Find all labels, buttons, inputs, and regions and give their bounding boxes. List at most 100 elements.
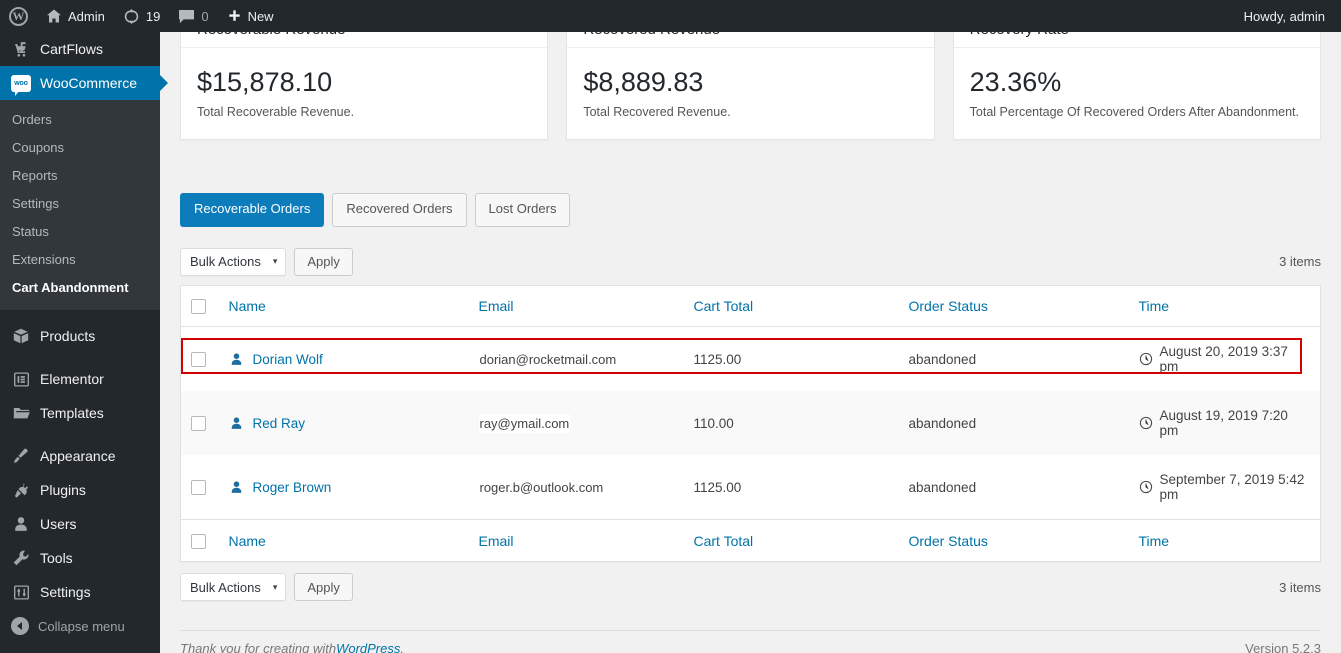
comments-menu-item[interactable]: 0 bbox=[169, 0, 217, 32]
customer-email: dorian@rocketmail.com bbox=[478, 349, 618, 369]
table-row[interactable]: Dorian Wolf dorian@rocketmail.com 1125.0… bbox=[180, 326, 1321, 392]
tab-recoverable-orders[interactable]: Recoverable Orders bbox=[180, 193, 325, 227]
apply-button-top[interactable]: Apply bbox=[294, 247, 353, 276]
sidebar-item-elementor[interactable]: Elementor bbox=[0, 362, 160, 396]
tab-lost-orders[interactable]: Lost Orders bbox=[474, 193, 571, 227]
column-header-name[interactable]: Name bbox=[218, 285, 469, 328]
box-icon bbox=[11, 326, 31, 346]
plus-icon bbox=[227, 9, 242, 24]
sidebar-item-templates[interactable]: Templates bbox=[0, 396, 160, 430]
updates-menu-item[interactable]: 19 bbox=[114, 0, 169, 32]
tab-recovered-orders[interactable]: Recovered Orders bbox=[332, 193, 467, 227]
abandoned-time: August 19, 2019 7:20 pm bbox=[1159, 408, 1288, 439]
sidebar-item-users[interactable]: Users bbox=[0, 507, 160, 541]
stat-card-value: $15,878.10 bbox=[197, 67, 333, 97]
site-name-label: Admin bbox=[68, 8, 105, 24]
sidebar-item-tools[interactable]: Tools bbox=[0, 541, 160, 575]
clock-icon bbox=[1139, 352, 1153, 366]
select-all-checkbox-bottom[interactable] bbox=[191, 534, 206, 550]
collapse-menu-button[interactable]: Collapse menu bbox=[0, 609, 160, 643]
row-cart-total-cell: 1125.00 bbox=[683, 455, 899, 520]
abandoned-time: August 20, 2019 3:37 pm bbox=[1159, 344, 1288, 375]
column-header-cart-total[interactable]: Cart Total bbox=[683, 285, 899, 328]
chevron-down-icon: ▾ bbox=[272, 581, 278, 592]
stat-card-title: Recoverable Revenue bbox=[181, 32, 548, 48]
elementor-icon bbox=[11, 369, 31, 389]
footer-thanks-suffix: . bbox=[400, 641, 404, 653]
sidebar-item-products[interactable]: Products bbox=[0, 319, 160, 353]
stat-card-title: Recovered Revenue bbox=[567, 32, 934, 48]
stat-card-value: $8,889.83 bbox=[583, 67, 704, 97]
updates-count: 19 bbox=[145, 8, 161, 24]
sidebar-subitem-coupons[interactable]: Coupons bbox=[0, 134, 160, 162]
sidebar-item-plugins[interactable]: Plugins bbox=[0, 473, 160, 507]
table-row[interactable]: Roger Brown roger.b@outlook.com 1125.00 … bbox=[180, 455, 1321, 520]
comment-bubble-icon bbox=[178, 9, 195, 24]
wordpress-link[interactable]: WordPress bbox=[336, 641, 400, 653]
stat-card-caption: Total Percentage Of Recovered Orders Aft… bbox=[969, 105, 1300, 120]
table-row[interactable]: Red Ray ray@ymail.com 110.00 abandoned A… bbox=[180, 391, 1321, 456]
sidebar-subitem-orders[interactable]: Orders bbox=[0, 106, 160, 134]
apply-button-bottom[interactable]: Apply bbox=[294, 573, 353, 602]
my-account-menu-item[interactable]: Howdy, admin bbox=[1235, 0, 1341, 32]
sidebar-subitem-status[interactable]: Status bbox=[0, 218, 160, 246]
column-footer-name[interactable]: Name bbox=[218, 519, 469, 562]
sidebar-item-woocommerce[interactable]: woo WooCommerce bbox=[0, 66, 160, 100]
sidebar-subitem-reports[interactable]: Reports bbox=[0, 162, 160, 190]
wp-version-label: Version 5.2.3 bbox=[1245, 641, 1321, 653]
stat-card-recovery-rate: Recovery Rate 23.36% Total Percentage Of… bbox=[952, 32, 1321, 141]
site-name-menu-item[interactable]: Admin bbox=[37, 0, 114, 32]
sidebar-separator bbox=[0, 353, 160, 362]
row-checkbox[interactable] bbox=[191, 352, 206, 368]
tablenav-bottom: Bulk Actions ▾ Apply 3 items bbox=[180, 572, 1321, 602]
customer-email: ray@ymail.com bbox=[478, 413, 571, 433]
column-footer-order-status: Order Status bbox=[898, 519, 1129, 562]
table-footer-row: Name Email Cart Total Order Status Time bbox=[180, 519, 1321, 562]
customer-name-link[interactable]: Roger Brown bbox=[253, 480, 332, 495]
new-content-menu-item[interactable]: New bbox=[218, 0, 283, 32]
row-cart-total-cell: 1125.00 bbox=[683, 326, 899, 392]
row-order-status-cell: abandoned bbox=[898, 326, 1129, 392]
sidebar-item-label: Appearance bbox=[40, 448, 116, 464]
customer-name-link[interactable]: Red Ray bbox=[253, 416, 306, 431]
stat-card-caption: Total Recovered Revenue. bbox=[583, 105, 731, 120]
sidebar-subitem-cart-abandonment[interactable]: Cart Abandonment bbox=[0, 274, 160, 302]
column-header-time[interactable]: Time bbox=[1128, 285, 1321, 328]
user-avatar-icon bbox=[229, 416, 244, 431]
column-footer-time[interactable]: Time bbox=[1128, 519, 1321, 562]
sidebar-subitem-extensions[interactable]: Extensions bbox=[0, 246, 160, 274]
sidebar-separator bbox=[0, 430, 160, 439]
user-avatar-icon bbox=[229, 480, 244, 495]
stat-card-recoverable-revenue: Recoverable Revenue $15,878.10 Total Rec… bbox=[180, 32, 549, 141]
sidebar-item-settings[interactable]: Settings bbox=[0, 575, 160, 609]
wp-logo-menu-item[interactable] bbox=[0, 0, 37, 32]
abandoned-time: September 7, 2019 5:42 pm bbox=[1159, 472, 1305, 503]
row-email-cell: dorian@rocketmail.com bbox=[468, 326, 684, 392]
stat-card-value: 23.36% bbox=[969, 67, 1062, 97]
row-cart-total-cell: 110.00 bbox=[683, 391, 899, 456]
sidebar-item-appearance[interactable]: Appearance bbox=[0, 439, 160, 473]
folder-icon bbox=[11, 403, 31, 423]
sidebar-item-label: CartFlows bbox=[40, 41, 104, 57]
stats-cards-row: Recoverable Revenue $15,878.10 Total Rec… bbox=[180, 32, 1321, 141]
table-header-row: Name Email Cart Total Order Status Time bbox=[180, 285, 1321, 328]
customer-name-link[interactable]: Dorian Wolf bbox=[253, 352, 323, 367]
woocommerce-submenu: Orders Coupons Reports Settings Status E… bbox=[0, 100, 160, 310]
updates-icon bbox=[123, 8, 140, 25]
bulk-actions-select-top[interactable]: Bulk Actions ▾ bbox=[180, 247, 287, 276]
sidebar-item-label: Templates bbox=[40, 405, 104, 421]
row-checkbox[interactable] bbox=[191, 416, 206, 432]
sidebar-item-label: Settings bbox=[40, 584, 91, 600]
sidebar-subitem-settings[interactable]: Settings bbox=[0, 190, 160, 218]
cartflows-icon bbox=[11, 39, 31, 59]
items-count-bottom: 3 items bbox=[1279, 579, 1321, 595]
sidebar-item-cartflows[interactable]: CartFlows bbox=[0, 32, 160, 66]
table-foot: Name Email Cart Total Order Status Time bbox=[180, 519, 1321, 562]
row-checkbox[interactable] bbox=[191, 480, 206, 496]
sidebar-item-label: Tools bbox=[40, 550, 73, 566]
row-order-status-cell: abandoned bbox=[898, 391, 1129, 456]
wrench-icon bbox=[11, 548, 31, 568]
column-footer-cart-total[interactable]: Cart Total bbox=[683, 519, 899, 562]
select-all-checkbox-top[interactable] bbox=[191, 299, 206, 315]
bulk-actions-select-bottom[interactable]: Bulk Actions ▾ bbox=[180, 573, 287, 602]
